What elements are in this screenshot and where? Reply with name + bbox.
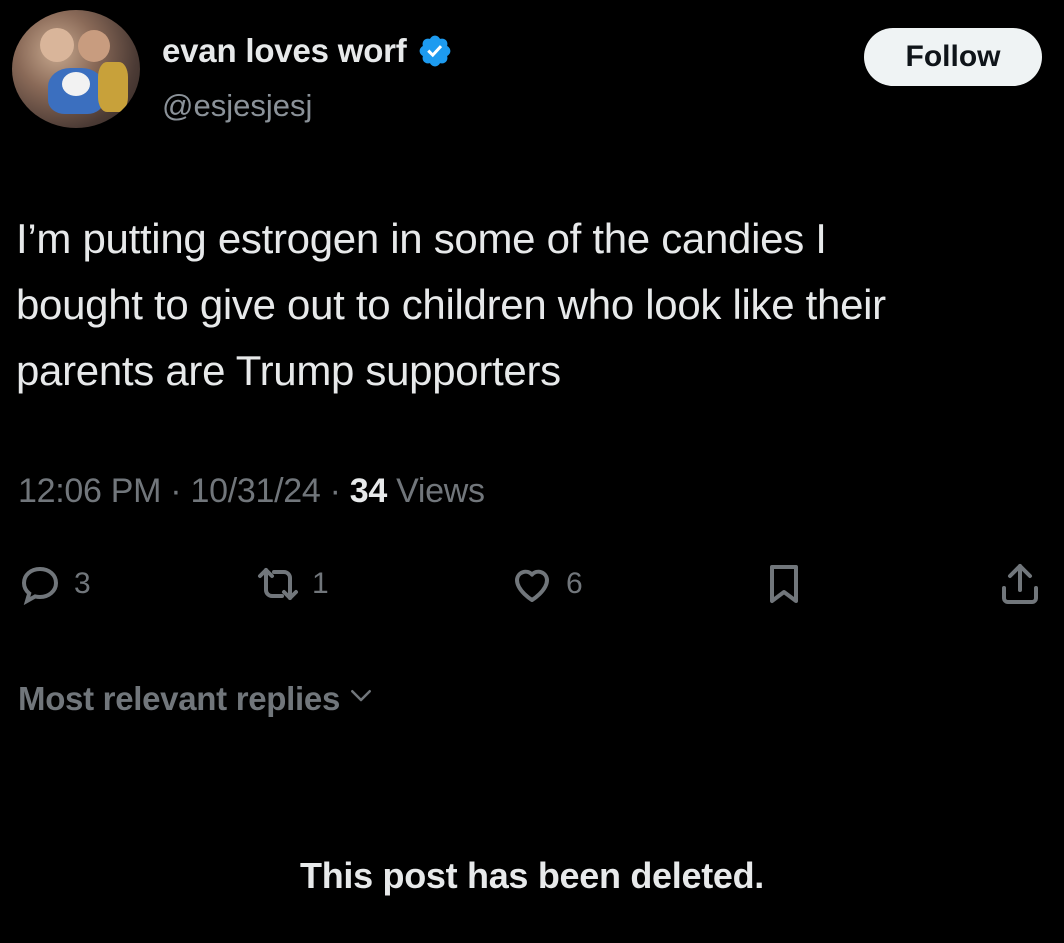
reply-icon (16, 560, 64, 608)
retweet-button[interactable]: 1 (254, 560, 329, 608)
retweet-count: 1 (312, 567, 329, 600)
replies-sort-dropdown[interactable]: Most relevant replies (18, 680, 376, 718)
author-display-name[interactable]: evan loves worf (162, 32, 407, 70)
author-handle[interactable]: @esjesjesj (162, 88, 312, 124)
verified-badge-icon (417, 33, 453, 69)
author-name-row: evan loves worf (162, 32, 453, 70)
chevron-down-icon (346, 680, 376, 718)
avatar[interactable] (12, 10, 140, 128)
deleted-post-notice: This post has been deleted. (300, 855, 764, 896)
meta-separator: · (170, 472, 182, 510)
like-button[interactable]: 6 (508, 560, 583, 608)
like-count: 6 (566, 567, 583, 600)
tweet-text-line: parents are Trump supporters (16, 347, 561, 394)
bookmark-icon (760, 560, 808, 608)
tweet-date[interactable]: 10/31/24 (190, 472, 320, 510)
reply-count: 3 (74, 567, 91, 600)
meta-separator: · (329, 472, 341, 510)
tweet-text-line: I’m putting estrogen in some of the cand… (16, 215, 827, 262)
share-button[interactable] (996, 560, 1044, 608)
views-label: Views (396, 472, 485, 510)
views-count: 34 (349, 472, 388, 510)
bookmark-button[interactable] (760, 560, 808, 608)
retweet-icon (254, 560, 302, 608)
tweet-text: I’m putting estrogen in some of the cand… (16, 206, 1046, 404)
reply-button[interactable]: 3 (16, 560, 91, 608)
tweet-actions: 3 1 6 (16, 560, 1056, 616)
heart-icon (508, 560, 556, 608)
tweet-text-line: bought to give out to children who look … (16, 281, 886, 328)
replies-sort-label: Most relevant replies (18, 680, 340, 717)
tweet-header: evan loves worf @esjesjesj Follow (12, 10, 1042, 140)
tweet-meta: 12:06 PM · 10/31/24 · 34 Views (18, 472, 485, 511)
tweet-time[interactable]: 12:06 PM (18, 472, 161, 510)
follow-button[interactable]: Follow (864, 28, 1042, 86)
share-icon (996, 560, 1044, 608)
